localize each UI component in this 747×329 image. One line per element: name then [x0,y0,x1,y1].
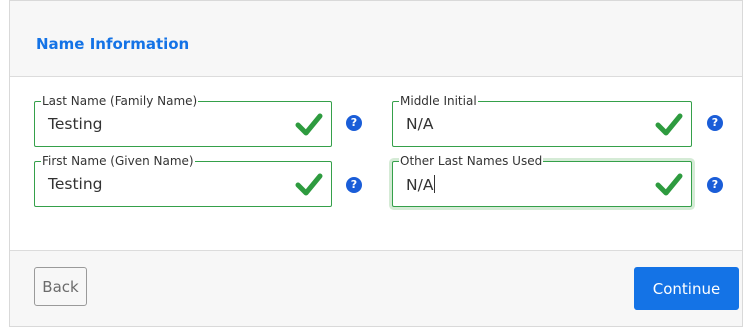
last-name-field[interactable]: Last Name (Family Name) Testing [34,94,332,147]
section-title: Name Information [36,35,190,53]
first-name-help-icon[interactable]: ? [346,177,362,193]
last-name-value[interactable]: Testing [48,115,103,133]
other-last-names-value: N/A [406,176,434,194]
other-last-names-help-icon[interactable]: ? [707,177,723,193]
other-last-names-label: Other Last Names Used [399,154,544,168]
text-caret [434,175,436,193]
first-name-label: First Name (Given Name) [41,154,195,168]
other-last-names-input[interactable]: N/A [406,175,436,194]
check-icon [295,113,323,136]
check-icon [295,173,323,196]
middle-initial-field[interactable]: Middle Initial N/A [392,94,692,147]
check-icon [655,113,683,136]
last-name-help-icon[interactable]: ? [346,115,362,131]
name-information-card: Name Information Last Name (Family Name)… [9,0,743,327]
middle-initial-label: Middle Initial [399,94,478,108]
check-icon [655,173,683,196]
other-last-names-field[interactable]: Other Last Names Used N/A [392,154,692,207]
last-name-label: Last Name (Family Name) [41,94,199,108]
middle-initial-value[interactable]: N/A [406,115,433,133]
card-footer: Back Continue [10,250,742,326]
first-name-field[interactable]: First Name (Given Name) Testing [34,154,332,207]
back-button[interactable]: Back [34,267,87,306]
middle-initial-help-icon[interactable]: ? [707,115,723,131]
continue-button[interactable]: Continue [634,267,739,310]
first-name-value[interactable]: Testing [48,175,103,193]
card-header: Name Information [10,1,742,77]
